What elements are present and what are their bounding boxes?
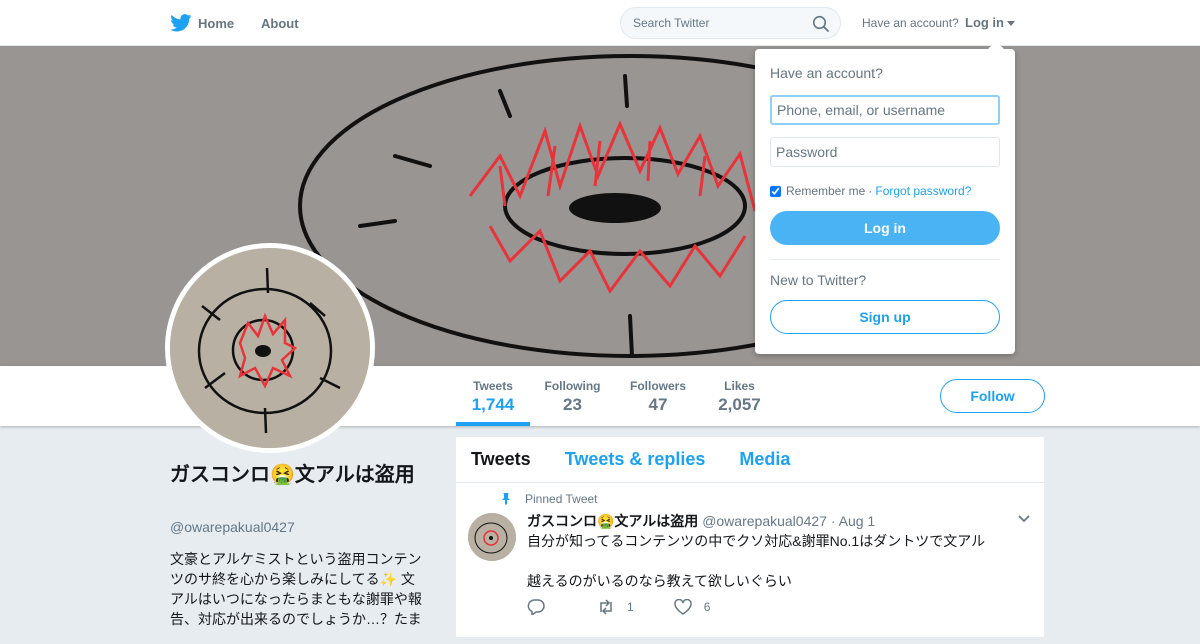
dropdown-arrow (987, 41, 1005, 50)
dropdown-divider (770, 259, 1000, 260)
stat-followers-value: 47 (648, 395, 668, 414)
tweet-date[interactable]: · Aug 1 (831, 513, 875, 529)
signup-button[interactable]: Sign up (770, 300, 1000, 334)
search-input[interactable] (633, 16, 803, 30)
pinned-label: Pinned Tweet (525, 492, 598, 506)
nav-home[interactable]: Home (170, 0, 234, 46)
search-box[interactable] (620, 7, 841, 39)
remember-label[interactable]: Remember me (786, 184, 865, 198)
profile-handle[interactable]: @owarepakual0427 (170, 519, 295, 535)
caret-down-icon (1007, 20, 1015, 26)
avatar-drawing (170, 248, 370, 448)
like-action[interactable]: 6 (673, 599, 711, 615)
tab-tweets[interactable]: Tweets (471, 449, 531, 470)
stat-likes[interactable]: Likes 2,057 (712, 366, 767, 426)
reply-action[interactable] (527, 599, 557, 615)
username-field[interactable] (770, 95, 1000, 125)
pinned-tweet[interactable]: Pinned Tweet ガスコンロ🤮文アルは盗用 @owarepakual04… (456, 484, 1044, 644)
reply-icon (527, 599, 545, 615)
new-to-twitter-text: New to Twitter? (770, 272, 867, 288)
profile-bio: 文豪とアルケミストという盗用コンテンツのサ終を心から楽しみにしてる✨ 文アルはい… (170, 551, 422, 627)
pinned-indicator: Pinned Tweet (500, 492, 598, 506)
timeline-tabs: Tweets Tweets & replies Media (456, 437, 1044, 483)
stat-followers-label: Followers (629, 379, 686, 393)
tab-media[interactable]: Media (739, 449, 790, 470)
pin-icon (502, 493, 510, 505)
stat-tweets[interactable]: Tweets 1,744 (456, 366, 530, 426)
remember-row: Remember me · Forgot password? (770, 184, 1000, 198)
password-field[interactable] (770, 137, 1000, 167)
login-button[interactable]: Log in (770, 211, 1000, 245)
stat-likes-value: 2,057 (718, 395, 761, 414)
chevron-down-icon[interactable] (1018, 515, 1030, 523)
retweet-count: 1 (627, 600, 634, 614)
login-menu-label: Log in (965, 15, 1004, 30)
have-account-text: Have an account? (862, 16, 959, 30)
stat-following-label: Following (544, 379, 601, 393)
top-navigation-bar: Home About Have an account? Log in (0, 0, 1200, 46)
forgot-password-link[interactable]: Forgot password? (875, 184, 971, 198)
tweet-text: 自分が知ってるコンテンツの中でクソ対応&謝罪No.1はダントツで文アル 越えるの… (527, 533, 986, 589)
timeline: Tweets Tweets & replies Media Pinned Twe… (456, 437, 1044, 637)
stat-likes-label: Likes (724, 379, 755, 393)
separator-dot: · (868, 184, 873, 198)
login-dropdown: Have an account? Remember me · Forgot pa… (755, 41, 1015, 354)
retweet-icon (600, 599, 612, 615)
tweet-avatar[interactable] (468, 513, 516, 561)
tweet-author-name[interactable]: ガスコンロ🤮文アルは盗用 (527, 513, 698, 529)
twitter-bird-icon (170, 14, 192, 32)
tweet-actions: 1 6 (527, 599, 750, 615)
heart-icon (673, 599, 692, 615)
stat-tweets-label: Tweets (473, 379, 513, 393)
stat-following-value: 23 (563, 395, 582, 414)
search-icon[interactable] (812, 15, 830, 33)
profile-avatar[interactable] (165, 243, 375, 453)
profile-name: ガスコンロ🤮文アルは盗用 (170, 464, 415, 486)
dropdown-title: Have an account? (770, 65, 883, 81)
follow-button[interactable]: Follow (940, 379, 1045, 413)
tab-tweets-and-replies[interactable]: Tweets & replies (565, 449, 706, 470)
nav-about-label: About (261, 15, 299, 31)
like-count: 6 (703, 600, 711, 614)
retweet-action[interactable]: 1 (597, 599, 634, 615)
nav-home-label: Home (198, 15, 235, 31)
stat-followers[interactable]: Followers 47 (625, 366, 691, 426)
stat-following[interactable]: Following 23 (540, 366, 605, 426)
tweet-avatar-drawing (468, 513, 516, 561)
tweet-header: ガスコンロ🤮文アルは盗用 @owarepakual0427 · Aug 1 (527, 511, 875, 531)
tweet-author-handle[interactable]: @owarepakual0427 (702, 513, 827, 529)
remember-checkbox[interactable] (770, 185, 781, 197)
login-menu-toggle[interactable]: Log in (965, 15, 1015, 30)
stat-tweets-value: 1,744 (471, 395, 515, 414)
nav-about[interactable]: About (261, 0, 299, 46)
